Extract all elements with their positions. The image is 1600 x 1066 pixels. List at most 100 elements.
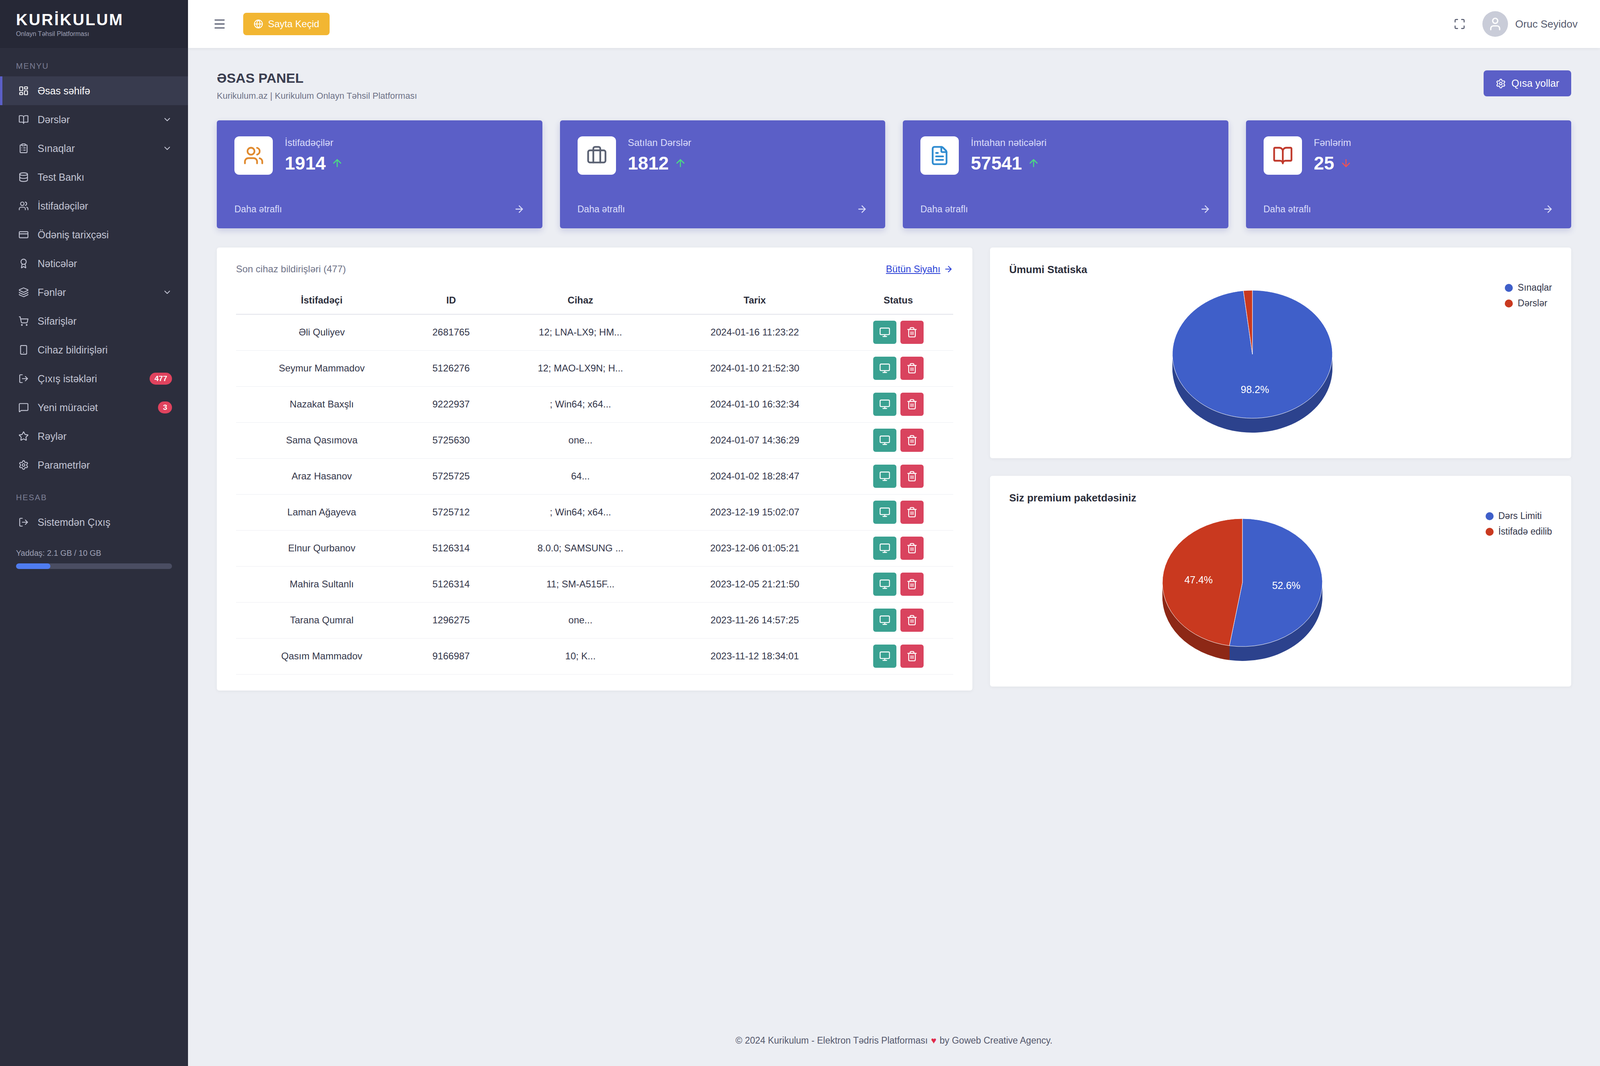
pie-slice[interactable] [1229,518,1323,647]
sidebar-item[interactable]: Yeni müraciət3 [0,393,188,422]
trash-icon [906,398,918,410]
sidebar-item[interactable]: Əsas səhifə [0,76,188,106]
view-button[interactable] [873,392,897,416]
arrow-up-icon [1027,157,1040,170]
legend-item[interactable]: Dərs Limiti [1485,510,1552,522]
view-button[interactable] [873,500,897,524]
delete-button[interactable] [900,356,924,380]
pie-slice[interactable] [1172,290,1333,419]
delete-button[interactable] [900,464,924,488]
sidebar-item[interactable]: Sistemdən Çıxış [0,508,188,537]
status-cell [843,422,954,459]
table-row[interactable]: Laman Ağayeva5725712; Win64; x64...2023-… [236,494,954,531]
delete-button[interactable] [900,536,924,560]
legend-item[interactable]: İstifadə edilib [1485,526,1552,538]
more-link[interactable]: Daha ətraflı [577,203,868,215]
sidebar-item[interactable]: Rəylər [0,422,188,451]
pie-slice[interactable] [1243,290,1253,355]
fullscreen-icon [1453,18,1466,30]
table-row[interactable]: Mahira Sultanlı512631411; SM-A515F...202… [236,566,954,603]
logo[interactable]: KURİKULUMOnlayn Təhsil Platforması [0,0,188,48]
delete-button[interactable] [900,644,924,668]
view-button[interactable] [873,608,897,632]
sidebar-item[interactable]: Çıxış istəkləri477 [0,364,188,394]
stat-label: İstifadəçilər [284,137,344,149]
badge: 3 [158,401,172,414]
sidebar-item[interactable]: Sınaqlar [0,134,188,163]
delete-button[interactable] [900,428,924,452]
view-button[interactable] [873,572,897,596]
table-row[interactable]: Araz Hasanov572572564...2024-01-02 18:28… [236,458,954,495]
arrow-up-icon [331,157,344,170]
monitor-icon [879,434,891,446]
table-row[interactable]: Elnur Qurbanov51263148.0.0; SAMSUNG ...2… [236,530,954,567]
more-link[interactable]: Daha ətraflı [234,203,525,215]
monitor-icon [879,578,891,590]
more-link[interactable]: Daha ətraflı [920,203,1211,215]
pie-label: 98.2% [1240,384,1269,396]
site-button[interactable]: Sayta Keçid [243,12,330,36]
table-row[interactable]: Sama Qasımova5725630one...2024-01-07 14:… [236,422,954,459]
menu-icon [18,402,29,413]
table-row[interactable]: Nazakat Baxşlı9222937; Win64; x64...2024… [236,386,954,423]
globe-icon [253,19,264,29]
menu-icon [18,431,29,442]
date-cell: 2023-12-06 01:05:21 [666,530,844,567]
view-button[interactable] [873,536,897,560]
chart-title: Siz premium paketdəsiniz [1009,492,1552,505]
stat-card: Satılan Dərslər1812Daha ətraflı [560,120,886,229]
monitor-icon [879,326,891,338]
shortcuts-button[interactable]: Qısa yollar [1483,70,1572,97]
stat-card: İmtahan nəticələri57541Daha ətraflı [902,120,1229,229]
delete-button[interactable] [900,500,924,524]
legend-item[interactable]: Dərslər [1504,298,1552,309]
sidebar-item[interactable]: Cihaz bildirişləri [0,335,188,365]
view-button[interactable] [873,464,897,488]
all-list-link[interactable]: Bütün Siyahı [886,263,954,275]
view-button[interactable] [873,320,897,344]
more-link[interactable]: Daha ətraflı [1263,203,1554,215]
device-cell: 11; SM-A515F... [494,566,667,603]
delete-button[interactable] [900,392,924,416]
sidebar-item[interactable]: Dərslər [0,105,188,134]
table-row[interactable]: Qasım Mammadov916698710; K...2023-11-12 … [236,638,954,675]
trash-icon [906,326,918,338]
table-row[interactable]: Əli Quliyev268176512; LNA-LX9; HM...2024… [236,314,954,351]
sidebar-item[interactable]: İstifadəçilər [0,191,188,221]
user-menu[interactable]: Oruc Seyidov [1482,11,1578,37]
user-cell: Əli Quliyev [236,314,408,351]
sidebar-item[interactable]: Nəticələr [0,249,188,278]
view-button[interactable] [873,428,897,452]
sidebar-item[interactable]: Parametrlər [0,450,188,480]
view-button[interactable] [873,356,897,380]
legend-item[interactable]: Sınaqlar [1504,282,1552,294]
stat-value: 25 [1314,152,1352,174]
sidebar-item[interactable]: Test Bankı [0,162,188,192]
sidebar-item[interactable]: Fənlər [0,278,188,307]
id-cell: 5126314 [407,566,495,603]
sidebar-item[interactable]: Sifarişlər [0,306,188,336]
chevron-down-icon [162,143,172,154]
stat-value: 1812 [628,152,692,174]
date-cell: 2023-11-26 14:57:25 [666,602,844,639]
pie-slice[interactable] [1162,518,1243,646]
heart-icon: ♥ [930,1035,937,1047]
id-cell: 2681765 [407,314,495,351]
date-cell: 2023-12-19 15:02:07 [666,494,844,531]
table-row[interactable]: Tarana Qumral1296275one...2023-11-26 14:… [236,602,954,639]
delete-button[interactable] [900,320,924,344]
monitor-icon [879,650,891,662]
sidebar-item[interactable]: Ödəniş tarixçəsi [0,220,188,250]
stat-icon [243,145,264,166]
view-button[interactable] [873,644,897,668]
logo-tagline: Onlayn Təhsil Platforması [16,30,172,38]
table-row[interactable]: Seymur Mammadov512627612; MAO-LX9N; H...… [236,350,954,387]
fullscreen-button[interactable] [1451,15,1468,33]
delete-button[interactable] [900,608,924,632]
menu-icon [18,460,29,471]
monitor-icon [879,542,891,554]
id-cell: 5126276 [407,350,495,387]
delete-button[interactable] [900,572,924,596]
menu-button[interactable] [210,14,229,34]
chart-panel: Ümumi Statiska98.2%SınaqlarDərslər [990,247,1572,459]
